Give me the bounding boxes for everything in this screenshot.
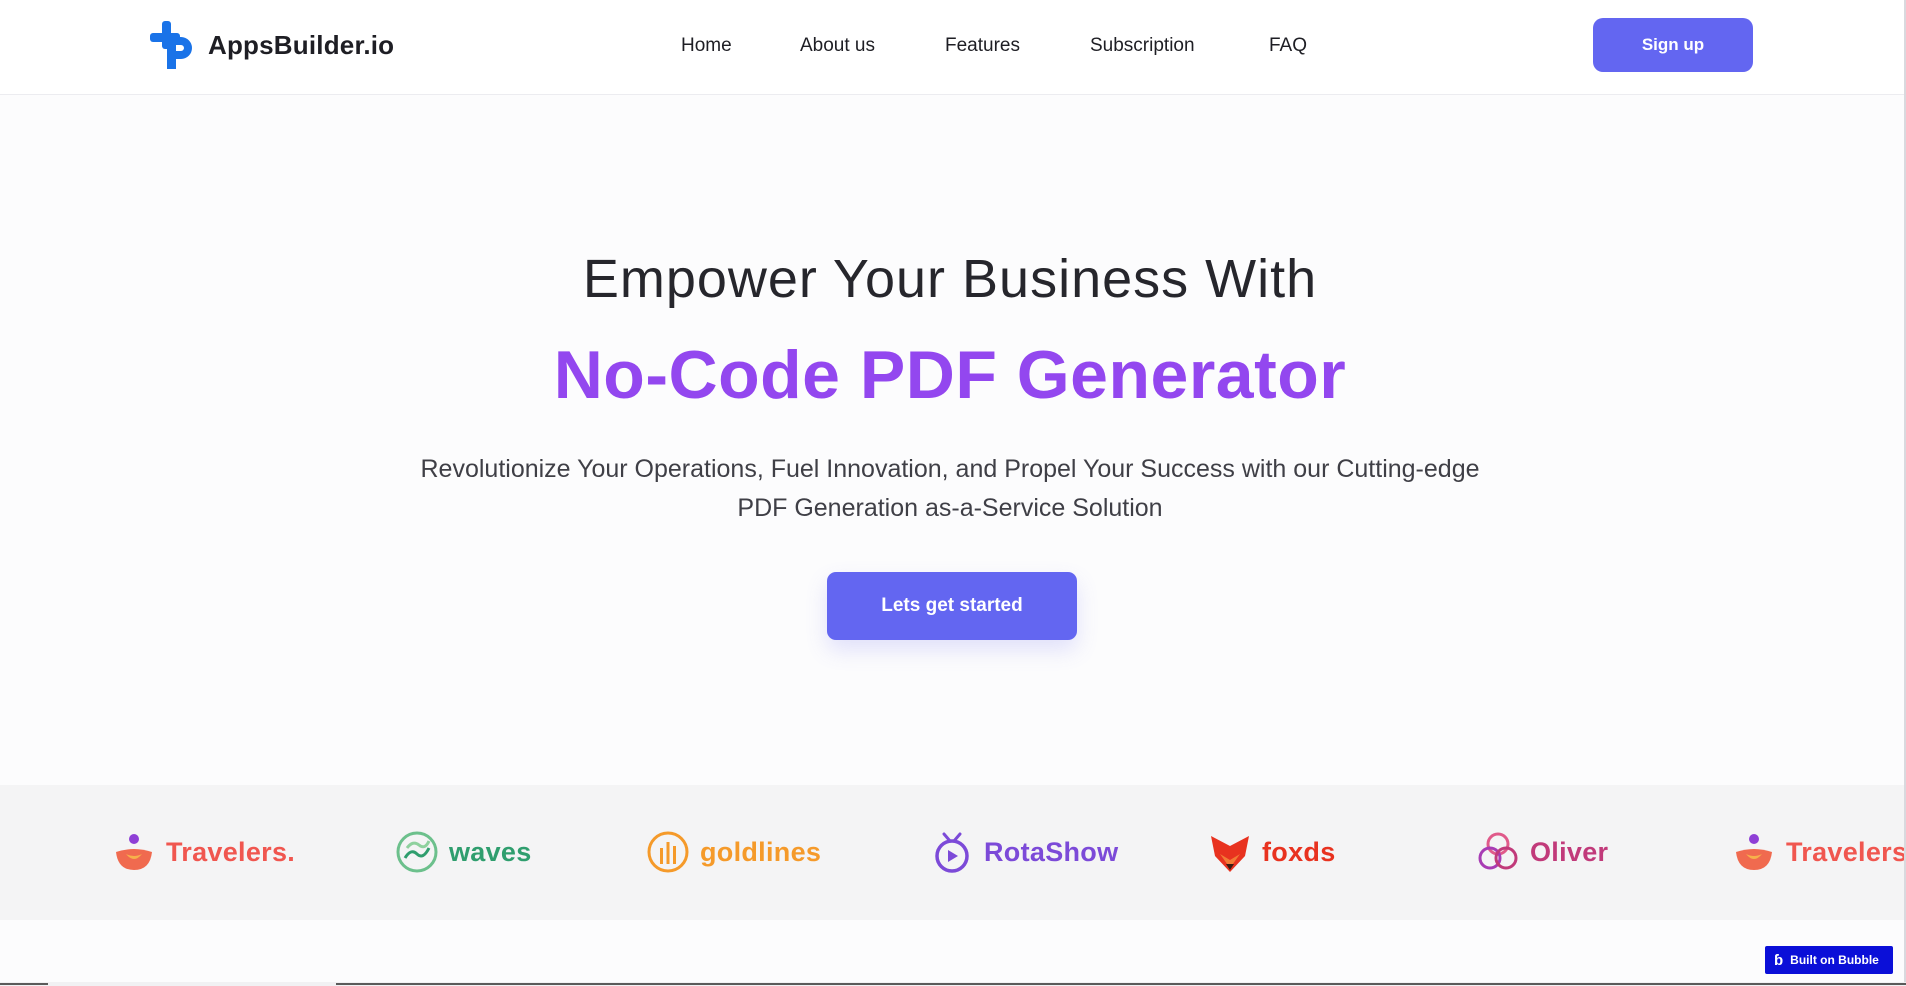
hero-subtitle-line-1: Revolutionize Your Operations, Fuel Inno… — [420, 455, 1480, 483]
partner-logo-travelers-repeat: Travelers. — [1732, 827, 1906, 877]
partner-name: RotaShow — [984, 836, 1119, 867]
partner-name: Travelers. — [1786, 836, 1906, 867]
partner-name: foxds — [1262, 836, 1336, 867]
nav-features[interactable]: Features — [945, 28, 1020, 64]
lotus-icon — [1736, 834, 1772, 870]
hero-title: Empower Your Business With — [582, 249, 1318, 309]
site-header: AppsBuilder.io Home About us Features Su… — [0, 0, 1904, 95]
nav-about-us[interactable]: About us — [800, 28, 875, 64]
bottom-line-segment — [336, 983, 1906, 985]
partner-name: Travelers. — [166, 836, 296, 867]
sign-up-button[interactable]: Sign up — [1593, 18, 1753, 72]
hero-subtitle: Revolutionize Your Operations, Fuel Inno… — [400, 450, 1500, 528]
nav-subscription[interactable]: Subscription — [1090, 28, 1195, 64]
badge-label: Built on Bubble — [1790, 953, 1879, 967]
partner-logo-waves: waves — [395, 827, 532, 877]
rings-icon — [1478, 832, 1518, 870]
lotus-icon — [116, 834, 152, 870]
partner-name: waves — [449, 836, 532, 867]
built-on-bubble-badge[interactable]: ɓ Built on Bubble — [1765, 946, 1893, 974]
get-started-button[interactable]: Lets get started — [827, 572, 1077, 640]
hero-subtitle-line-2: PDF Generation as-a-Service Solution — [737, 494, 1163, 522]
partner-logo-goldlines: goldlines — [646, 827, 821, 877]
partner-name: Oliver — [1530, 836, 1609, 867]
page-bottom-edge — [0, 982, 1906, 986]
bottom-line-segment — [0, 983, 48, 985]
partner-name: goldlines — [700, 836, 822, 867]
tv-icon — [935, 832, 969, 873]
hero-accent-title: No-Code PDF Generator — [553, 337, 1347, 413]
partner-logos-band: Travelers. waves goldlines RotaShow foxd… — [0, 785, 1906, 920]
goldlines-icon — [647, 831, 689, 873]
fox-icon — [1211, 836, 1249, 872]
nav-faq[interactable]: FAQ — [1269, 28, 1307, 64]
nav-home[interactable]: Home — [681, 28, 732, 64]
partner-logo-rotashow: RotaShow — [930, 827, 1118, 877]
partner-logo-foxds: foxds — [1208, 827, 1336, 877]
partner-logo-travelers: Travelers. — [112, 827, 295, 877]
partner-logo-oliver: Oliver — [1476, 827, 1608, 877]
waves-icon — [396, 831, 438, 873]
bubble-icon: ɓ — [1774, 951, 1784, 969]
